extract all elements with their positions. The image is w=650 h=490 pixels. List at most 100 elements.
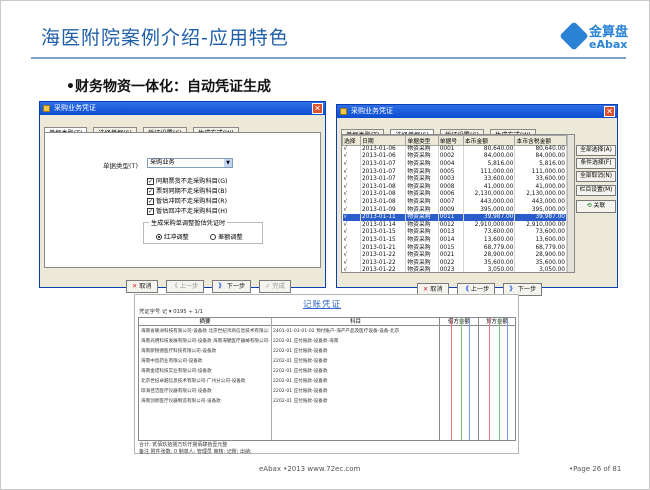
voucher-row-summary[interactable]: 海南中昌药业有限公司-设备款: [141, 358, 269, 365]
table-row[interactable]: √ 2013-01-15 物资采购 0013 73,600.00 73,600.00: [342, 229, 567, 237]
cell-doc-type: 物资采购: [405, 267, 439, 272]
cancel-button[interactable]: ✕ 取消: [126, 280, 158, 293]
table-row[interactable]: √ 2013-01-22 物资采购 0023 3,050.00 3,050.00: [342, 267, 567, 272]
column-settings-button[interactable]: 栏目设置(M): [576, 185, 616, 196]
voucher-row-account[interactable]: 2202-01 应付账款-设备款: [273, 378, 437, 385]
cell-select: √: [342, 183, 362, 192]
voucher-row-account[interactable]: 2202-01 应付账款-设备款-海南: [273, 338, 437, 345]
finish-button[interactable]: ✓ 完成: [259, 280, 291, 293]
cell-amount: 73,600.00: [463, 229, 516, 237]
amount-grid-line: [489, 318, 490, 440]
table-row[interactable]: √ 2013-01-08 物资采购 0008 41,000.00 41,000.00: [342, 183, 567, 192]
table-row[interactable]: √ 2013-01-07 物资采购 0005 111,000.00 111,000.00: [342, 168, 567, 176]
grid-scrollbar[interactable]: [567, 135, 574, 272]
conditional-select-button[interactable]: 条件选择(F): [576, 158, 616, 169]
col-doc-type[interactable]: 单据类型: [405, 135, 439, 146]
table-row[interactable]: √ 2013-01-15 物资采购 0014 13,600.00 13,600.00: [342, 236, 567, 245]
close-icon[interactable]: ✕: [604, 106, 615, 117]
voucher-row-summary[interactable]: 海南创新医疗仪器制造有限公司-设备款: [141, 398, 269, 405]
doc-type-select[interactable]: 采购业务 ▼: [147, 158, 233, 168]
table-row[interactable]: √ 2013-01-21 物资采购 0015 68,779.00 68,779.00: [342, 244, 567, 252]
voucher-row-summary[interactable]: 琼海佳洁医疗仪器有限公司-设备款: [141, 388, 269, 395]
voucher-header: 凭证字号 记 ▾ 0195 ÷ 1/1: [139, 309, 204, 315]
col-amount-tax[interactable]: 本币含税金额: [514, 135, 567, 146]
cell-doc-no: 0012: [438, 221, 464, 230]
voucher-row-account[interactable]: 2401-01-03-01-02 预付账户-海产产品及医疗设备-设备-北京: [273, 328, 437, 335]
cell-amount: 5,816.00: [463, 160, 516, 169]
cell-amount-tax: 33,600.00: [514, 175, 567, 184]
cell-doc-type: 物资采购: [405, 229, 439, 237]
close-icon[interactable]: ✕: [312, 103, 323, 114]
window-titlebar: 采购业务凭证 ✕: [40, 102, 325, 115]
voucher-row-account[interactable]: 2202-01 应付账款-设备款: [273, 348, 437, 355]
voucher-table: 摘要 科目 借方金额 贷方金额 海南省联洲科技有限公司-设备款 北京世纪鸿商信息…: [138, 317, 516, 441]
cell-doc-no: 0004: [438, 160, 464, 169]
col-select[interactable]: 选择: [342, 135, 362, 146]
cell-amount: 39,987.00: [463, 213, 516, 222]
cell-select: √: [342, 244, 362, 252]
col-doc-no[interactable]: 单据号: [437, 135, 464, 146]
logo-mark-icon: [559, 21, 589, 51]
cell-doc-no: 0014: [438, 236, 464, 245]
logo-text-en: eAbax: [589, 38, 628, 51]
check-option-1[interactable]: ✓ 同期票货不走采购科目(G): [147, 177, 228, 186]
table-row[interactable]: √ 2013-01-14 物资采购 0012 2,910,000.00 2,910,000…: [342, 221, 567, 230]
col-summary: 摘要: [139, 318, 271, 326]
table-row[interactable]: √ 2013-01-09 物资采购 0009 395,000.00 395,000.00: [342, 206, 567, 214]
next-button[interactable]: 》 下一步: [212, 280, 252, 293]
cell-doc-type: 物资采购: [405, 251, 439, 260]
cell-date: 2013-01-11: [360, 213, 407, 222]
check-option-4[interactable]: ✓ 暂估回冲不走采购科目(H): [147, 207, 227, 216]
eabax-logo: 金算盘 eAbax: [559, 19, 641, 55]
cell-date: 2013-01-07: [360, 175, 407, 184]
table-row[interactable]: √ 2013-01-08 物资采购 0007 443,000.00 443,000.00: [342, 198, 567, 207]
amount-grid-line: [451, 318, 452, 440]
cell-amount: 2,910,000.00: [463, 221, 516, 230]
cell-amount-tax: 84,000.00: [514, 153, 567, 161]
cell-date: 2013-01-22: [360, 251, 407, 260]
voucher-row-account[interactable]: 2202-01 应付账款-设备款: [273, 388, 437, 395]
col-date[interactable]: 日期: [360, 135, 407, 146]
table-row[interactable]: √ 2013-01-07 物资采购 0003 33,600.00 33,600.00: [342, 175, 567, 184]
table-row[interactable]: √ 2013-01-22 物资采购 0021 28,900.00 28,900.00: [342, 251, 567, 260]
cell-amount-tax: 2,130,000.00: [514, 191, 567, 199]
cell-select: √: [342, 229, 362, 237]
voucher-row-summary[interactable]: 海南光明科技发展有限公司-设备款 海南海健医疗器械有限公司-设备: [141, 338, 269, 345]
check-option-3[interactable]: ✓ 暂估冲回不走采购科目(R): [147, 197, 227, 206]
table-row[interactable]: √ 2013-01-07 物资采购 0004 5,816.00 5,816.00: [342, 160, 567, 169]
cell-date: 2013-01-06: [360, 153, 407, 161]
prev-button[interactable]: 《 上一步: [165, 280, 205, 293]
link-button[interactable]: ⟲ 关联: [576, 200, 616, 213]
app-icon: [43, 105, 50, 112]
col-amount[interactable]: 本币金额: [462, 135, 516, 146]
wizard-tabs: 单据类型(T) 选择单据(S) 凭证设置(C) 生成方式(W): [341, 122, 537, 141]
voucher-row-summary[interactable]: 海南新锐德医疗科技有限公司-设备款: [141, 348, 269, 355]
radio-diff-adjust[interactable]: 差额调整: [210, 232, 243, 241]
cell-doc-type: 物资采购: [405, 198, 439, 207]
cell-doc-type: 物资采购: [405, 191, 439, 199]
table-row[interactable]: √ 2013-01-22 物资采购 0022 35,600.00 35,600.00: [342, 259, 567, 267]
table-row[interactable]: √ 2013-01-06 物资采购 0001 80,640.00 80,640.00: [342, 145, 567, 154]
voucher-row-summary[interactable]: 海南省联洲科技有限公司-设备款 北京世纪鸿商信息技术有限公司: [141, 328, 269, 335]
table-row[interactable]: √ 2013-01-06 物资采购 0002 84,000.00 84,000.00: [342, 153, 567, 161]
voucher-row-summary[interactable]: 海南金诺科技实业有限公司-设备款: [141, 368, 269, 375]
radio-red-adjust[interactable]: 红冲调整: [156, 232, 189, 241]
cell-amount-tax: 35,600.00: [514, 259, 567, 267]
voucher-row-summary[interactable]: 北京世纪卓越信息技术有限公司-广州分公司-设备款: [141, 378, 269, 385]
voucher-row-account[interactable]: 2202-01 应付账款-设备款: [273, 368, 437, 375]
voucher-total: 合计: 贰佰玖拾捌万玖仟捌佰肆拾壹元整: [139, 442, 228, 448]
check-option-2[interactable]: ✓ 票到同期不走采购科目(B): [147, 187, 227, 196]
cell-select: √: [342, 259, 362, 267]
cell-doc-type: 物资采购: [405, 145, 439, 154]
voucher-row-account[interactable]: 2202-01 应付账款-设备款: [273, 358, 437, 365]
checkbox-icon: ✓: [147, 177, 154, 185]
deselect-all-button[interactable]: 全部取消(N): [576, 171, 616, 182]
cell-amount-tax: 2,910,000.00: [514, 221, 567, 230]
cell-amount-tax: 111,000.00: [514, 168, 567, 176]
bullet-heading: •财务物资一体化：自动凭证生成: [66, 79, 271, 95]
divider: [439, 318, 440, 440]
voucher-row-account[interactable]: 2202-01 应付账款-设备款: [273, 398, 437, 405]
table-row[interactable]: √ 2013-01-08 物资采购 0006 2,130,000.00 2,130,000…: [342, 191, 567, 199]
select-all-button[interactable]: 全部选择(A): [576, 145, 616, 156]
table-row[interactable]: √ 2013-01-11 物资采购 0011 39,987.00 39,987.00: [342, 213, 567, 222]
